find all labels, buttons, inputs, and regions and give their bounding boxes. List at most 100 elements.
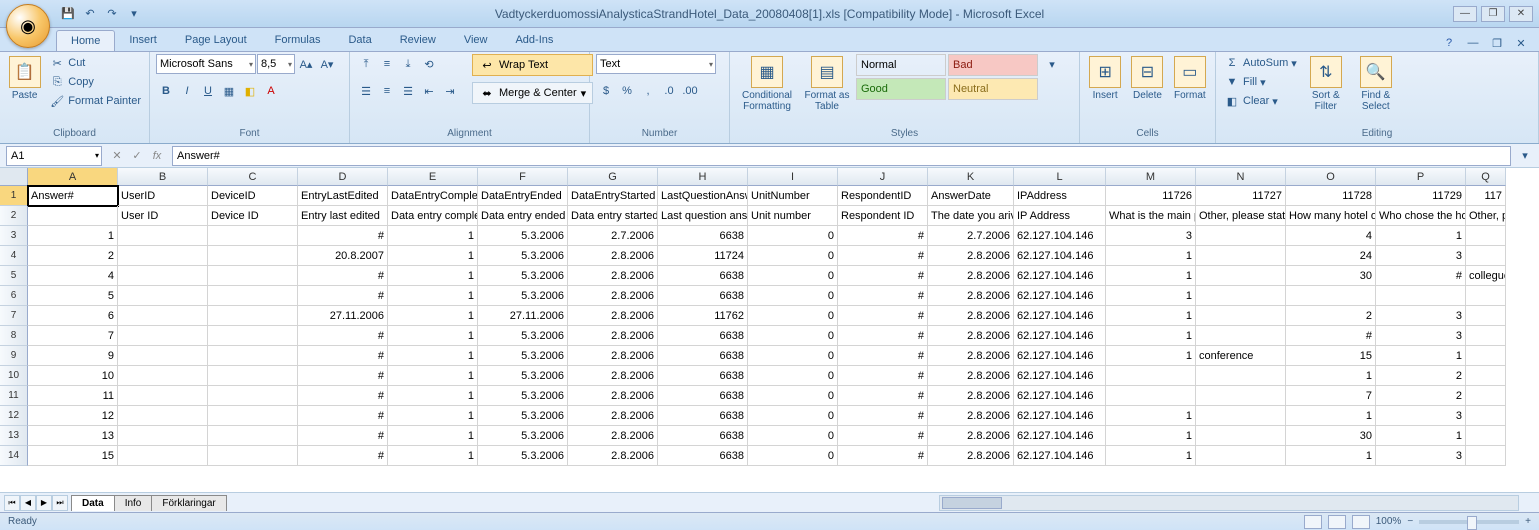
expand-formula-bar-icon[interactable]: ▾ <box>1515 146 1535 166</box>
cell[interactable]: 2.8.2006 <box>568 446 658 466</box>
cell[interactable] <box>208 286 298 306</box>
cell[interactable] <box>208 406 298 426</box>
cell[interactable]: 5.3.2006 <box>478 286 568 306</box>
cell[interactable]: 0 <box>748 286 838 306</box>
cell[interactable]: # <box>838 246 928 266</box>
ribbon-tab-formulas[interactable]: Formulas <box>261 30 335 51</box>
cell[interactable]: 0 <box>748 386 838 406</box>
cell[interactable]: 6638 <box>658 326 748 346</box>
cell[interactable]: 1 <box>388 426 478 446</box>
ribbon-tab-insert[interactable]: Insert <box>115 30 171 51</box>
italic-button[interactable]: I <box>177 81 197 101</box>
page-break-view-button[interactable] <box>1352 515 1370 529</box>
cell[interactable]: # <box>298 346 388 366</box>
cell[interactable]: 3 <box>1376 306 1466 326</box>
row-header[interactable]: 4 <box>0 246 28 266</box>
cell[interactable]: # <box>298 226 388 246</box>
cell[interactable]: 1 <box>1376 426 1466 446</box>
font-color-button[interactable]: A <box>261 81 281 101</box>
help-icon[interactable]: ? <box>1441 35 1457 51</box>
row-header[interactable]: 8 <box>0 326 28 346</box>
underline-button[interactable]: U <box>198 81 218 101</box>
cell[interactable]: 62.127.104.146 <box>1014 266 1106 286</box>
accounting-format-button[interactable]: $ <box>596 81 616 101</box>
cell[interactable] <box>1466 406 1506 426</box>
cell[interactable]: IP Address <box>1014 206 1106 226</box>
cell[interactable]: 2.7.2006 <box>568 226 658 246</box>
cell[interactable]: 1 <box>388 246 478 266</box>
cell[interactable] <box>1466 326 1506 346</box>
ribbon-tab-home[interactable]: Home <box>56 30 115 51</box>
row-header[interactable]: 2 <box>0 206 28 226</box>
cell[interactable]: 5.3.2006 <box>478 366 568 386</box>
page-layout-view-button[interactable] <box>1328 515 1346 529</box>
cell[interactable]: 10 <box>28 366 118 386</box>
cell[interactable]: 2 <box>28 246 118 266</box>
cell[interactable]: # <box>298 266 388 286</box>
cell[interactable] <box>1196 246 1286 266</box>
cell[interactable]: 1 <box>1376 346 1466 366</box>
cell[interactable]: DataEntryCompleted <box>388 186 478 206</box>
grow-font-button[interactable]: A▴ <box>296 54 316 74</box>
cell[interactable]: # <box>298 286 388 306</box>
sheet-tab[interactable]: Info <box>114 495 153 511</box>
cell[interactable] <box>118 306 208 326</box>
cell[interactable]: 62.127.104.146 <box>1014 306 1106 326</box>
cell[interactable]: 2.7.2006 <box>928 226 1014 246</box>
cell[interactable]: 6638 <box>658 426 748 446</box>
ribbon-tab-review[interactable]: Review <box>386 30 450 51</box>
sort-filter-button[interactable]: ⇅Sort & Filter <box>1303 54 1349 114</box>
cell[interactable] <box>208 226 298 246</box>
cell[interactable]: 2.8.2006 <box>928 306 1014 326</box>
cell[interactable]: 2 <box>1286 306 1376 326</box>
bold-button[interactable]: B <box>156 81 176 101</box>
cell[interactable]: 2.8.2006 <box>928 366 1014 386</box>
cell[interactable]: 1 <box>1286 366 1376 386</box>
cell[interactable] <box>1196 446 1286 466</box>
cell[interactable]: collegue <box>1466 266 1506 286</box>
cell[interactable]: # <box>1286 326 1376 346</box>
fill-button[interactable]: ▼Fill ▾ <box>1222 73 1299 91</box>
cell[interactable]: # <box>838 406 928 426</box>
cell[interactable]: 2.8.2006 <box>928 286 1014 306</box>
cell[interactable]: 27.11.2006 <box>298 306 388 326</box>
cell[interactable]: How many hotel overnights do you <box>1286 206 1376 226</box>
cell[interactable]: 1 <box>1286 406 1376 426</box>
cell[interactable]: # <box>298 426 388 446</box>
cell[interactable] <box>1466 446 1506 466</box>
percent-button[interactable]: % <box>617 81 637 101</box>
cell[interactable] <box>118 366 208 386</box>
cell[interactable]: 27.11.2006 <box>478 306 568 326</box>
cell[interactable]: UserID <box>118 186 208 206</box>
align-bottom-button[interactable]: ⤓ <box>398 54 418 74</box>
align-middle-button[interactable]: ≡ <box>377 54 397 74</box>
cell[interactable]: Device ID <box>208 206 298 226</box>
cell[interactable] <box>118 446 208 466</box>
row-header[interactable]: 10 <box>0 366 28 386</box>
cell[interactable]: 1 <box>1106 326 1196 346</box>
ribbon-tab-add-ins[interactable]: Add-Ins <box>501 30 567 51</box>
cell[interactable]: 7 <box>28 326 118 346</box>
cell[interactable]: 5.3.2006 <box>478 266 568 286</box>
cell[interactable] <box>1466 386 1506 406</box>
cell[interactable]: 5.3.2006 <box>478 386 568 406</box>
cell[interactable]: LastQuestionAnswered <box>658 186 748 206</box>
column-header[interactable]: E <box>388 168 478 186</box>
cell[interactable]: 2.8.2006 <box>928 386 1014 406</box>
zoom-in-button[interactable]: + <box>1525 516 1531 527</box>
save-icon[interactable]: 💾 <box>60 6 76 22</box>
cell[interactable] <box>28 206 118 226</box>
cell[interactable]: 30 <box>1286 426 1376 446</box>
cell[interactable]: 9 <box>28 346 118 366</box>
cell[interactable]: 1 <box>1286 446 1376 466</box>
cell[interactable]: # <box>298 406 388 426</box>
format-as-table-button[interactable]: ▤Format as Table <box>802 54 852 114</box>
cell[interactable]: 5.3.2006 <box>478 346 568 366</box>
restore-button[interactable]: ❐ <box>1481 6 1505 22</box>
comma-button[interactable]: , <box>638 81 658 101</box>
cell[interactable] <box>208 326 298 346</box>
cell[interactable]: EntryLastEdited <box>298 186 388 206</box>
border-button[interactable]: ▦ <box>219 81 239 101</box>
cell[interactable] <box>1466 306 1506 326</box>
number-format-dropdown[interactable]: Text <box>596 54 716 74</box>
